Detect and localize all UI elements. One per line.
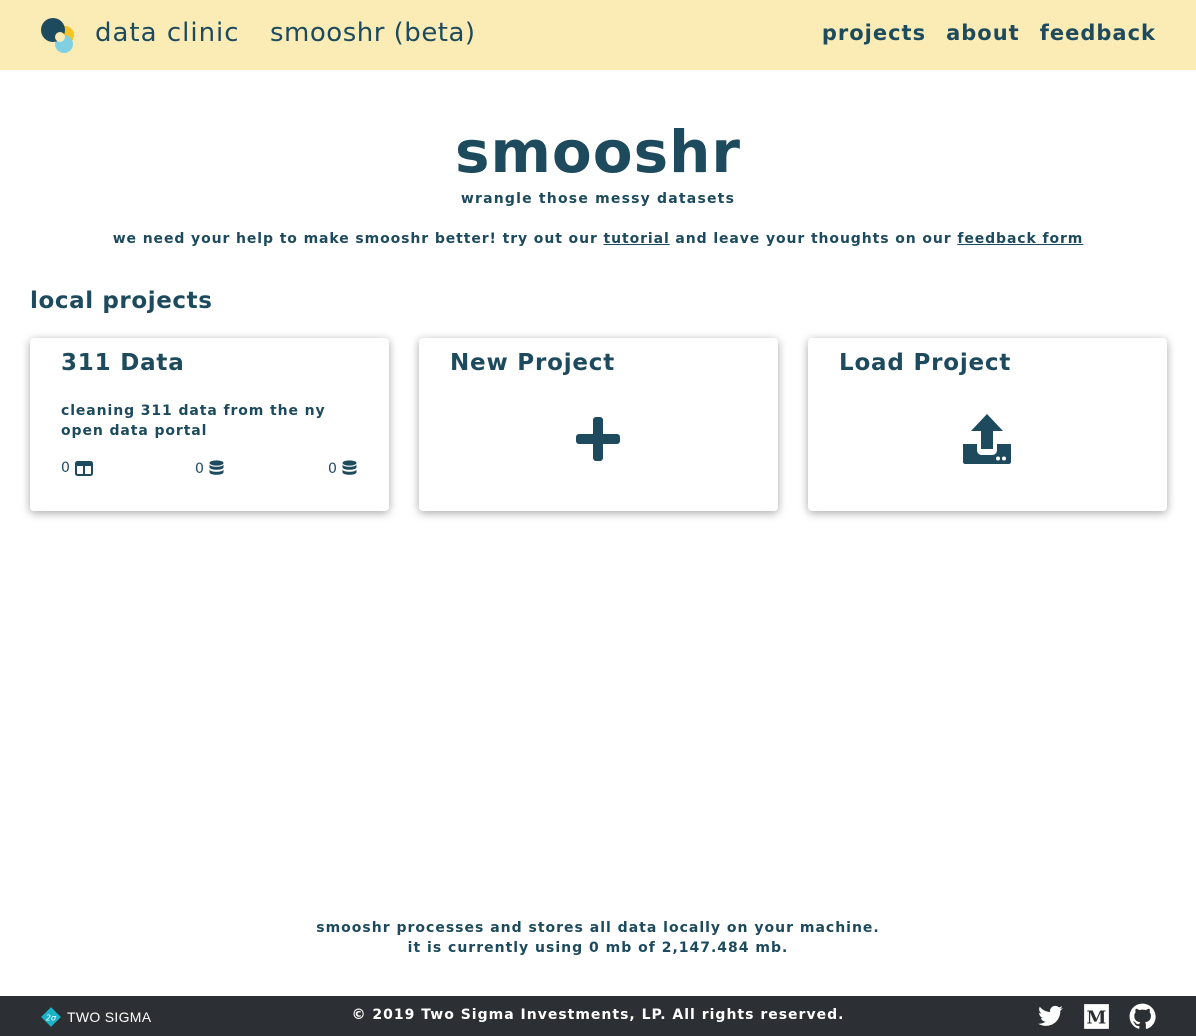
load-project-card[interactable]: Load Project <box>808 338 1167 511</box>
project-stat-tables: 0 <box>61 460 93 476</box>
project-card-description: cleaning 311 data from the ny open data … <box>61 403 326 439</box>
stat-count: 0 <box>328 460 337 477</box>
new-project-card[interactable]: New Project <box>419 338 778 511</box>
help-message: we need your help to make smooshr better… <box>0 231 1196 247</box>
stat-count: 0 <box>61 460 70 476</box>
storage-line-1: smooshr processes and stores all data lo… <box>316 920 880 936</box>
storage-note: smooshr processes and stores all data lo… <box>0 918 1196 958</box>
help-middle: and leave your thoughts on our <box>669 231 958 247</box>
project-stat-datasets: 0 <box>195 460 224 477</box>
top-bar: data clinic smooshr (beta) projects abou… <box>0 0 1196 70</box>
new-project-title: New Project <box>450 350 616 376</box>
social-links: M <box>1037 1003 1156 1030</box>
project-card-311-data[interactable]: 311 Data cleaning 311 data from the ny o… <box>30 338 389 511</box>
database-icon <box>342 460 357 475</box>
nav-about-link[interactable]: about <box>946 21 1020 45</box>
medium-icon[interactable]: M <box>1083 1003 1110 1030</box>
storage-line-2: it is currently using 0 mb of 2,147.484 … <box>407 940 789 956</box>
nav-feedback-link[interactable]: feedback <box>1040 21 1156 45</box>
product-name[interactable]: smooshr (beta) <box>270 18 476 48</box>
hero-title: smooshr <box>454 118 742 186</box>
load-project-title: Load Project <box>839 350 1012 376</box>
twitter-icon[interactable] <box>1037 1003 1064 1030</box>
svg-text:M: M <box>1087 1007 1107 1028</box>
github-icon[interactable] <box>1129 1003 1156 1030</box>
help-prefix: we need your help to make smooshr better… <box>112 231 604 247</box>
section-title-local-projects: local projects <box>30 288 213 314</box>
upload-icon[interactable] <box>963 414 1011 464</box>
tutorial-link[interactable]: tutorial <box>604 231 670 247</box>
project-card-title: 311 Data <box>61 350 185 376</box>
feedback-form-link[interactable]: feedback form <box>957 231 1083 247</box>
main-nav: projects about feedback <box>822 21 1156 45</box>
database-icon <box>209 460 224 475</box>
footer: 2σ TWO SIGMA © 2019 Two Sigma Investment… <box>0 996 1196 1036</box>
hero-subtitle: wrangle those messy datasets <box>460 191 736 207</box>
table-icon <box>74 460 93 476</box>
project-stat-sources: 0 <box>328 460 357 477</box>
brand-name[interactable]: data clinic <box>95 18 240 48</box>
copyright-text: © 2019 Two Sigma Investments, LP. All ri… <box>351 1007 845 1023</box>
nav-projects-link[interactable]: projects <box>822 21 926 45</box>
stat-count: 0 <box>195 460 204 477</box>
plus-icon[interactable] <box>576 417 620 461</box>
data-clinic-logo-icon[interactable] <box>40 17 76 53</box>
